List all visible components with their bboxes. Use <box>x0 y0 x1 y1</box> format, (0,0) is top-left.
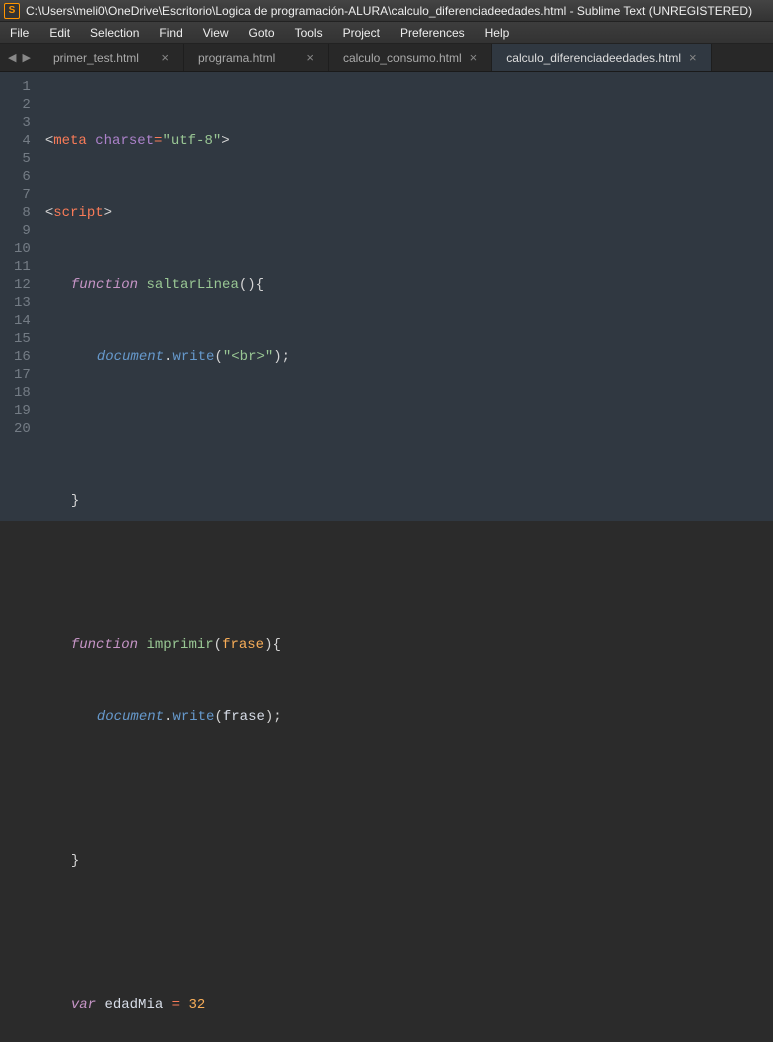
editor[interactable]: 1234567891011121314151617181920 <meta ch… <box>0 72 773 521</box>
window-title: C:\Users\meli0\OneDrive\Escritorio\Logic… <box>26 4 752 18</box>
titlebar: S C:\Users\meli0\OneDrive\Escritorio\Log… <box>0 0 773 22</box>
code-line <box>45 564 773 582</box>
line-number: 7 <box>14 186 31 204</box>
close-icon[interactable]: × <box>306 50 314 65</box>
line-number: 4 <box>14 132 31 150</box>
tab-primer-test[interactable]: primer_test.html × <box>39 44 184 71</box>
code-line <box>45 924 773 942</box>
line-number: 20 <box>14 420 31 438</box>
gutter: 1234567891011121314151617181920 <box>0 72 41 521</box>
code-line: } <box>45 852 773 870</box>
code-line: document.write("<br>"); <box>45 348 773 366</box>
menu-preferences[interactable]: Preferences <box>390 23 475 43</box>
line-number: 14 <box>14 312 31 330</box>
line-number: 5 <box>14 150 31 168</box>
tab-label: calculo_consumo.html <box>343 51 462 65</box>
code-line: function imprimir(frase){ <box>45 636 773 654</box>
nav-arrows: ◀ ▶ <box>0 44 39 71</box>
tab-programa[interactable]: programa.html × <box>184 44 329 71</box>
line-number: 18 <box>14 384 31 402</box>
menu-edit[interactable]: Edit <box>39 23 80 43</box>
code-line: document.write(frase); <box>45 708 773 726</box>
nav-forward-icon[interactable]: ▶ <box>22 51 30 65</box>
menu-selection[interactable]: Selection <box>80 23 149 43</box>
menu-view[interactable]: View <box>193 23 239 43</box>
line-number: 6 <box>14 168 31 186</box>
code-line: } <box>45 492 773 510</box>
line-number: 3 <box>14 114 31 132</box>
line-number: 17 <box>14 366 31 384</box>
nav-back-icon[interactable]: ◀ <box>8 51 16 65</box>
line-number: 10 <box>14 240 31 258</box>
app-icon: S <box>4 3 20 19</box>
menu-tools[interactable]: Tools <box>285 23 333 43</box>
code-line: <meta charset="utf-8"> <box>45 132 773 150</box>
tab-label: primer_test.html <box>53 51 153 65</box>
tab-calculo-consumo[interactable]: calculo_consumo.html × <box>329 44 492 71</box>
code-line <box>45 780 773 798</box>
line-number: 8 <box>14 204 31 222</box>
close-icon[interactable]: × <box>161 50 169 65</box>
line-number: 16 <box>14 348 31 366</box>
close-icon[interactable]: × <box>689 50 697 65</box>
code-line <box>45 420 773 438</box>
line-number: 9 <box>14 222 31 240</box>
menu-find[interactable]: Find <box>149 23 192 43</box>
menu-file[interactable]: File <box>0 23 39 43</box>
line-number: 13 <box>14 294 31 312</box>
code-line: <script> <box>45 204 773 222</box>
line-number: 2 <box>14 96 31 114</box>
menu-help[interactable]: Help <box>475 23 520 43</box>
code-area[interactable]: <meta charset="utf-8"> <script> function… <box>41 72 773 521</box>
line-number: 11 <box>14 258 31 276</box>
close-icon[interactable]: × <box>470 50 478 65</box>
tab-label: programa.html <box>198 51 298 65</box>
menu-goto[interactable]: Goto <box>239 23 285 43</box>
code-line: var edadMia = 32 <box>45 996 773 1014</box>
line-number: 1 <box>14 78 31 96</box>
code-line: function saltarLinea(){ <box>45 276 773 294</box>
menu-project[interactable]: Project <box>333 23 390 43</box>
tab-label: calculo_diferenciadeedades.html <box>506 51 681 65</box>
menubar: File Edit Selection Find View Goto Tools… <box>0 22 773 44</box>
tabbar: ◀ ▶ primer_test.html × programa.html × c… <box>0 44 773 72</box>
line-number: 12 <box>14 276 31 294</box>
line-number: 15 <box>14 330 31 348</box>
tab-calculo-diferencia[interactable]: calculo_diferenciadeedades.html × <box>492 44 711 71</box>
line-number: 19 <box>14 402 31 420</box>
